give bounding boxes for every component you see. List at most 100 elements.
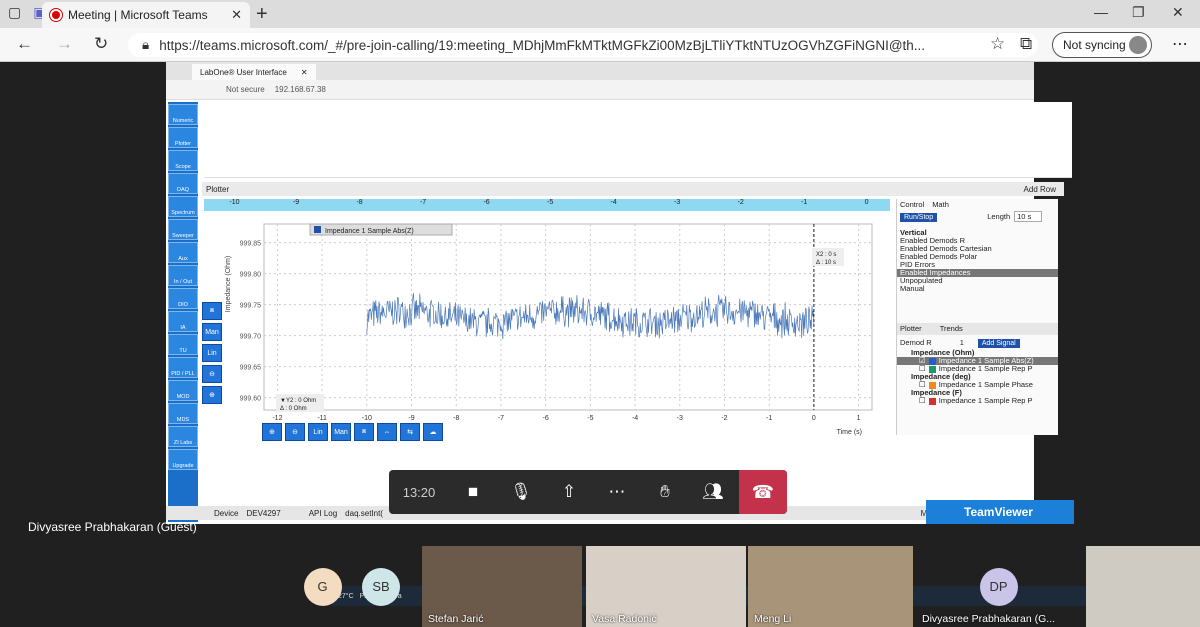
participant-avatar: SB: [362, 567, 400, 606]
url-field[interactable]: 🔒︎ https://teams.microsoft.com/_#/pre-jo…: [128, 33, 1038, 57]
x-range-bar[interactable]: -10 -9 -8 -7 -6 -5 -4 -3 -2 -1 0: [204, 199, 890, 211]
x-man-button[interactable]: Man: [331, 423, 351, 441]
add-row-button[interactable]: Add Row: [1024, 185, 1056, 194]
y-tick-label: 999.70: [240, 334, 262, 341]
back-icon[interactable]: ←: [16, 34, 33, 54]
y-tick-label: 999.60: [240, 396, 262, 403]
x-top-tick: -6: [483, 199, 490, 206]
more-icon[interactable]: ⋯: [593, 482, 641, 502]
tab-trends[interactable]: Trends: [940, 324, 963, 333]
signal-checkbox[interactable]: ☐: [919, 397, 926, 405]
y2-readout: ▼Y2 : 0 Ohm: [280, 398, 316, 404]
sidebar-item-mds[interactable]: MDS: [168, 403, 198, 424]
device-id[interactable]: DEV4297: [246, 509, 280, 518]
side-man-button[interactable]: Man: [202, 323, 222, 341]
x-zoom-in-icon[interactable]: ⊕: [262, 423, 282, 441]
sidebar-item-tu[interactable]: TU: [168, 334, 198, 355]
sidebar-item-ia[interactable]: IA: [168, 311, 198, 332]
control-panel: Control Math Run/Stop Length 10 s Vertical Ena…: [896, 199, 1058, 435]
browser-tab[interactable]: Meeting | Microsoft Teams ✕: [42, 2, 250, 28]
restore-icon[interactable]: ❐: [1132, 4, 1145, 21]
sidebar-item-scope[interactable]: Scope: [168, 150, 198, 171]
shared-screen: LabOne® User Interface ✕ Not secure 192.1…: [166, 62, 1200, 606]
hang-up-button[interactable]: ☎: [739, 470, 787, 514]
run-stop-button[interactable]: Run/Stop: [900, 213, 938, 222]
x-fit-icon[interactable]: ⇔: [377, 423, 397, 441]
participant-name: Vasa Radonić: [592, 613, 657, 625]
x-top-tick: -5: [547, 199, 554, 206]
api-log-text: daq.setInt(: [345, 508, 383, 518]
length-select[interactable]: 10 s: [1014, 211, 1043, 222]
legend-swatch: [314, 226, 321, 233]
inner-close-icon[interactable]: ✕: [301, 68, 308, 77]
refresh-icon[interactable]: ↻: [94, 34, 108, 54]
x-zoom-out-icon[interactable]: ⊖: [285, 423, 305, 441]
sidebar-item-zi-labs[interactable]: ZI Labs: [168, 426, 198, 447]
sidebar-item-spectrum[interactable]: Spectrum: [168, 196, 198, 217]
zoom-in-icon[interactable]: ⊕: [202, 386, 222, 404]
share-icon[interactable]: ⇧: [545, 482, 593, 502]
sidebar-item-in-out[interactable]: In / Out: [168, 265, 198, 286]
x-lin-button[interactable]: Lin: [308, 423, 328, 441]
inner-url[interactable]: 192.168.67.38: [275, 85, 326, 94]
tab-control[interactable]: Control: [900, 200, 924, 209]
sidebar-item-aux[interactable]: Aux: [168, 242, 198, 263]
x-tick-label: -12: [272, 415, 282, 422]
mic-off-icon[interactable]: 🎙︎: [497, 482, 545, 502]
x2-readout: X2 : 0 s: [816, 252, 836, 258]
demod-index[interactable]: 1: [960, 338, 964, 347]
teamviewer-badge[interactable]: TeamViewer: [926, 500, 1074, 524]
x-cloud-icon[interactable]: ☁: [423, 423, 443, 441]
more-menu-icon[interactable]: ⋯: [1172, 34, 1188, 54]
participant-tile[interactable]: Vasa Radonić: [586, 546, 746, 627]
participant-tile[interactable]: SB: [338, 546, 424, 627]
sync-button[interactable]: Not syncing: [1052, 32, 1152, 58]
participant-tile[interactable]: Meng Li: [748, 546, 913, 627]
participant-tile[interactable]: Stefan Jarić: [422, 546, 582, 627]
add-signal-button[interactable]: Add Signal: [977, 339, 1020, 348]
tab-plotter[interactable]: Plotter: [206, 185, 229, 194]
control-tabs: Control Math: [897, 199, 1058, 211]
participant-name: Stefan Jarić: [428, 613, 484, 625]
dy-readout: Δ : 0 Ohm: [280, 406, 307, 412]
x-cursor-icon[interactable]: ⧈: [354, 423, 374, 441]
sidebar-item-mod[interactable]: MOD: [168, 380, 198, 401]
sidebar-toggle-icon[interactable]: ▢: [8, 4, 21, 21]
signal-item[interactable]: ☐ Impedance 1 Sample Rep P: [897, 397, 1058, 405]
side-lin-button[interactable]: Lin: [202, 344, 222, 362]
labone-sidebar: Numeric Plotter Scope DAQ Spectrum Sweeper Aux…: [168, 102, 198, 522]
x-top-tick: -1: [801, 199, 808, 206]
sidebar-item-daq[interactable]: DAQ: [168, 173, 198, 194]
plot-area[interactable]: -12 -11 -10 -9 -8 -7 -6 -5 -4 -3 -2 -1 0 1999.85999.8…: [204, 212, 892, 442]
close-window-icon[interactable]: ✕: [1172, 4, 1184, 21]
raise-hand-icon[interactable]: ✋︎: [641, 482, 689, 502]
zoom-out-icon[interactable]: ⊖: [202, 365, 222, 383]
sidebar-item-numeric[interactable]: Numeric: [168, 104, 198, 125]
favorites-icon[interactable]: ☆: [990, 34, 1005, 54]
tab-plotter[interactable]: Plotter: [900, 324, 922, 333]
people-icon[interactable]: 👥︎: [689, 482, 737, 502]
x-tick-label: -11: [317, 415, 327, 422]
minimize-icon[interactable]: —: [1094, 4, 1108, 20]
sidebar-item-pid-pll[interactable]: PID / PLL: [168, 357, 198, 378]
x-tick-label: 0: [812, 415, 816, 422]
participant-tile[interactable]: [1086, 546, 1200, 627]
sidebar-item-dio[interactable]: DIO: [168, 288, 198, 309]
camera-icon[interactable]: ■: [449, 482, 497, 502]
collections-icon[interactable]: ⧉: [1020, 34, 1032, 54]
device-label: Device: [214, 508, 239, 518]
cursor-tool-button[interactable]: ⧈: [202, 302, 222, 320]
new-tab-icon[interactable]: +: [256, 3, 268, 26]
forward-icon[interactable]: →: [56, 34, 73, 54]
sidebar-item-upgrade[interactable]: Upgrade: [168, 449, 198, 470]
inner-tab[interactable]: LabOne® User Interface ✕: [192, 64, 316, 80]
participant-tile[interactable]: DP Divyasree Prabhakaran (G...: [916, 546, 1081, 627]
vertical-item[interactable]: Manual: [897, 285, 1058, 293]
demod-select[interactable]: Demod R: [900, 338, 932, 347]
api-log-label[interactable]: API Log: [309, 509, 337, 518]
sidebar-item-plotter[interactable]: Plotter: [168, 127, 198, 148]
close-tab-icon[interactable]: ✕: [231, 7, 242, 23]
sidebar-item-sweeper[interactable]: Sweeper: [168, 219, 198, 240]
tab-math[interactable]: Math: [932, 200, 949, 209]
x-range-icon[interactable]: ⇆: [400, 423, 420, 441]
